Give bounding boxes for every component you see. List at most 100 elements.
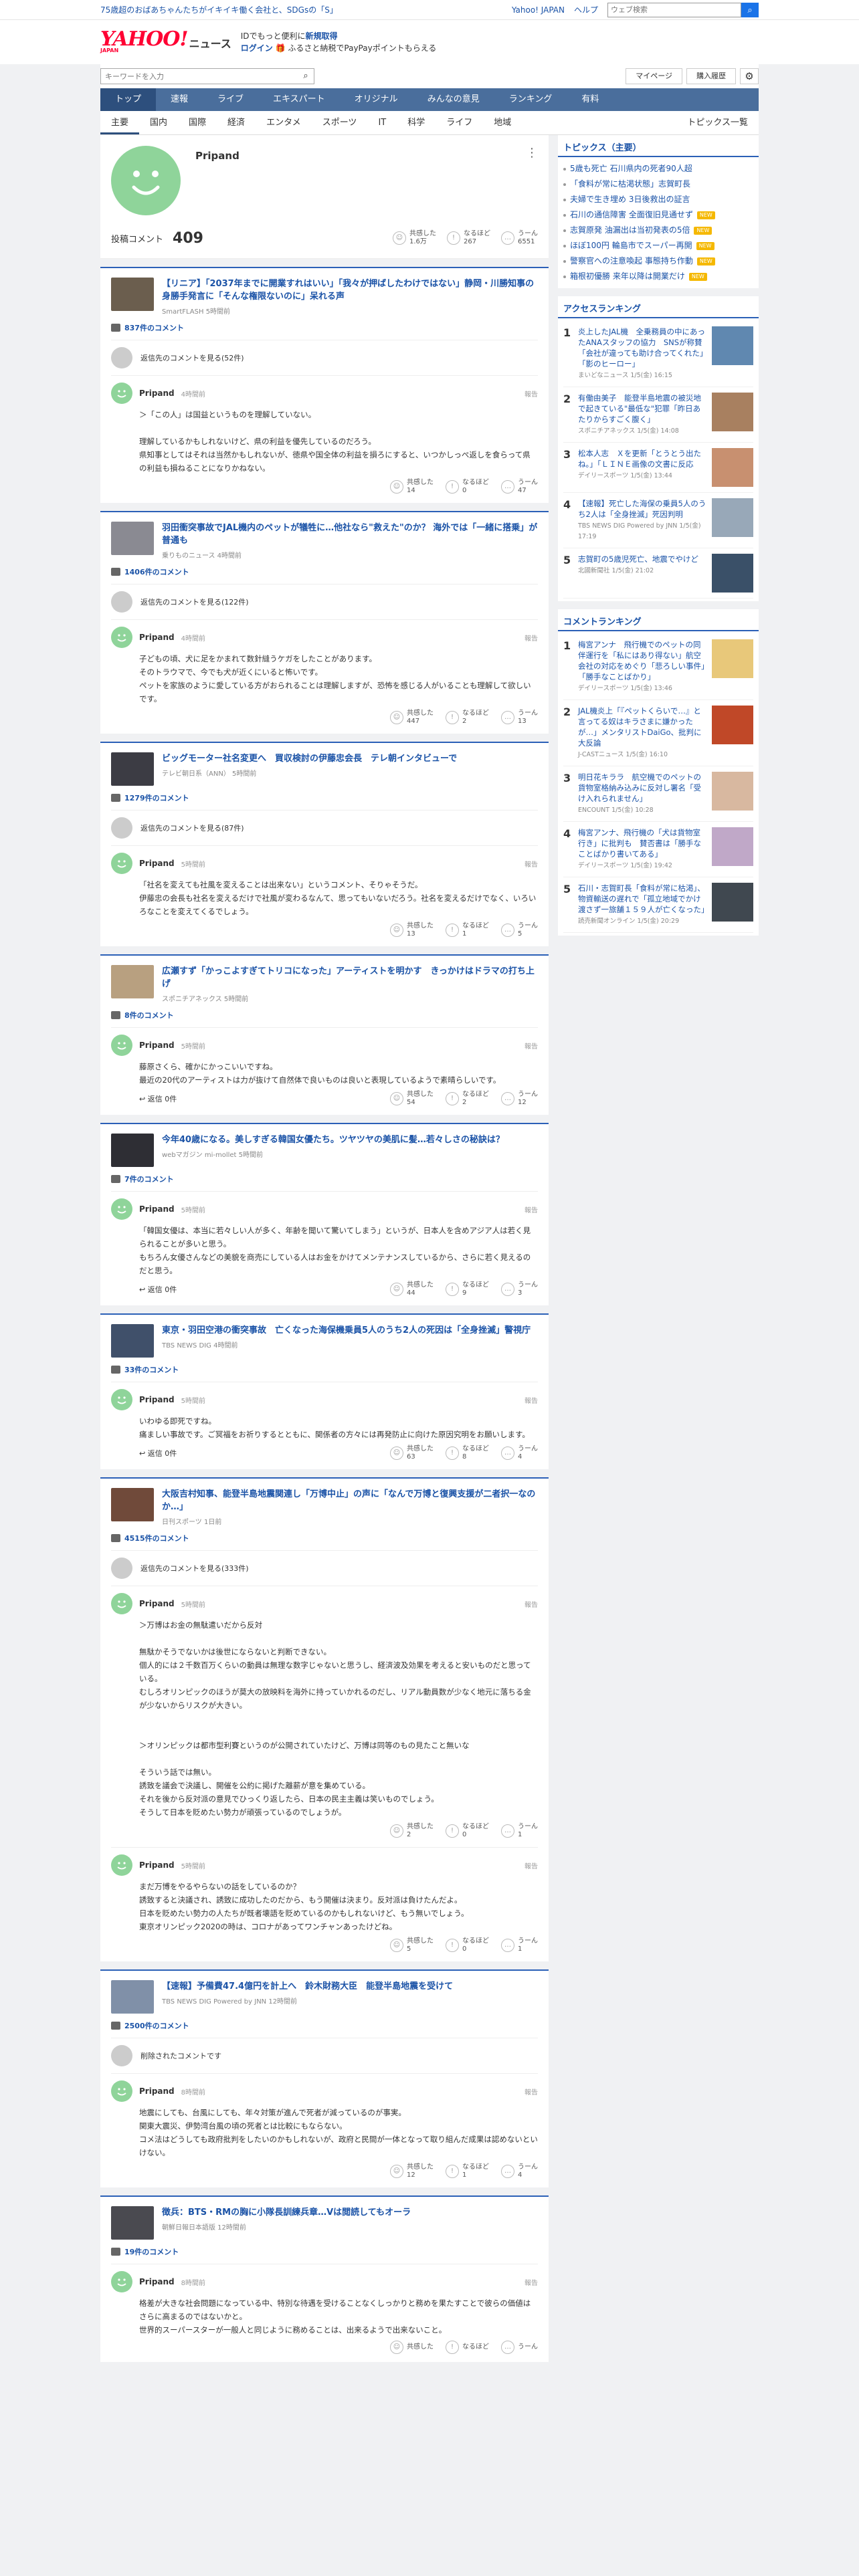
mypage-button[interactable]: マイページ bbox=[626, 68, 682, 84]
article-title[interactable]: 広瀬すず「かっこよすぎてトリコになった」アーティストを明かす きっかけはドラマの… bbox=[162, 965, 538, 990]
comment-0-naruhodo[interactable]: ! なるほど 0 bbox=[446, 479, 489, 495]
comment-2-uun[interactable]: … うーん 5 bbox=[501, 922, 538, 938]
tab-expert[interactable]: エキスパート bbox=[258, 88, 340, 111]
commenter-name[interactable]: Pripand bbox=[139, 389, 175, 398]
subtab-life[interactable]: ライフ bbox=[436, 111, 483, 134]
topic-item[interactable]: 「食料が常に枯渇状態」志賀町長 bbox=[563, 177, 753, 192]
reply-button[interactable]: ↩ 返信 0件 bbox=[139, 1448, 177, 1459]
ranking-item[interactable]: 5 石川・志賀町長「食料が常に枯渇」、物資輸送の遅れで「孤立地域でかけ渡さず一旅… bbox=[563, 877, 753, 933]
article-thumbnail[interactable] bbox=[111, 2206, 154, 2240]
subtab-world[interactable]: 国際 bbox=[178, 111, 217, 134]
comment-2-naruhodo[interactable]: ! なるほど 1 bbox=[446, 922, 489, 938]
article-title[interactable]: 【速報】予備費47.4億円を計上へ 鈴木財務大臣 能登半島地震を受けて bbox=[162, 1980, 453, 1993]
commenter-avatar[interactable] bbox=[111, 1198, 132, 1220]
view-parent-comment[interactable]: 返信先のコメントを見る(122件) bbox=[111, 584, 538, 619]
commenter-avatar[interactable] bbox=[111, 853, 132, 874]
comment-6-naruhodo[interactable]: ! なるほど 0 bbox=[446, 1823, 489, 1839]
report-button[interactable]: 報告 bbox=[524, 1395, 538, 1405]
view-parent-comment[interactable]: 削除されたコメントです bbox=[111, 2038, 538, 2073]
article-title[interactable]: 羽田衝突事故でJAL機内のペットが犠牲に…他社なら"救えた"のか？ 海外では「一… bbox=[162, 522, 538, 547]
article-thumbnail[interactable] bbox=[111, 1488, 154, 1521]
commenter-avatar[interactable] bbox=[111, 627, 132, 648]
tab-opinion[interactable]: みんなの意見 bbox=[413, 88, 494, 111]
gear-icon[interactable]: ⚙ bbox=[740, 68, 759, 84]
comment-extra-empathy[interactable]: ☺ 共感した 5 bbox=[390, 1937, 434, 1953]
ranking-item[interactable]: 4 梅宮アンナ、飛行機の「犬は貨物室行き」に批判も 賛否書は「勝手なことばかり書… bbox=[563, 822, 753, 877]
comment-7-uun[interactable]: … うーん 4 bbox=[501, 2163, 538, 2179]
report-button[interactable]: 報告 bbox=[524, 633, 538, 643]
ranking-item[interactable]: 1 梅宮アンナ 飛行機でのペットの同伴運行を「私にはあり得ない」航空会社の対応を… bbox=[563, 634, 753, 700]
reply-button[interactable]: ↩ 返信 0件 bbox=[139, 1093, 177, 1104]
login-link[interactable]: ログイン bbox=[241, 43, 273, 53]
comment-5-empathy[interactable]: ☺ 共感した 63 bbox=[390, 1445, 434, 1461]
comment-6-empathy[interactable]: ☺ 共感した 2 bbox=[390, 1823, 434, 1839]
commenter-name[interactable]: Pripand bbox=[139, 1599, 175, 1608]
comment-2-empathy[interactable]: ☺ 共感した 13 bbox=[390, 922, 434, 938]
article-title[interactable]: 徴兵：BTS・RMの胸に小隊長訓練兵章…Vは閲読してもオーラ bbox=[162, 2206, 411, 2219]
commenter-avatar[interactable] bbox=[111, 1854, 132, 1876]
comment-8-empathy[interactable]: ☺ 共感した bbox=[390, 2341, 434, 2354]
commenter-avatar[interactable] bbox=[111, 2080, 132, 2102]
topics-list-link[interactable]: トピックス一覧 bbox=[676, 111, 759, 134]
tab-flash[interactable]: 速報 bbox=[156, 88, 203, 111]
article-comment-count[interactable]: 19件のコメント bbox=[111, 2246, 538, 2257]
ranking-item[interactable]: 4 【速報】死亡した海保の乗員5人のうち2人は「全身挫滅」死因判明 TBS NEW… bbox=[563, 493, 753, 548]
view-parent-comment[interactable]: 返信先のコメントを見る(333件) bbox=[111, 1550, 538, 1586]
topic-item[interactable]: 夫婦で生き埋め 3日後救出の証言 bbox=[563, 192, 753, 207]
ranking-item[interactable]: 5 志賀町の5歳児死亡、地震でやけど 北國新聞社 1/5(金) 21:02 bbox=[563, 548, 753, 599]
comment-7-empathy[interactable]: ☺ 共感した 12 bbox=[390, 2163, 434, 2179]
ranking-item[interactable]: 1 炎上したJAL機 全乗務員の中にあったANAスタッフの協力 SNSが称賛「会… bbox=[563, 321, 753, 387]
history-button[interactable]: 購入履歴 bbox=[686, 68, 736, 84]
tab-ranking[interactable]: ランキング bbox=[494, 88, 567, 111]
commenter-avatar[interactable] bbox=[111, 1035, 132, 1056]
tab-paid[interactable]: 有料 bbox=[567, 88, 613, 111]
commenter-name[interactable]: Pripand bbox=[139, 1204, 175, 1214]
view-parent-comment[interactable]: 返信先のコメントを見る(52件) bbox=[111, 340, 538, 375]
report-button[interactable]: 報告 bbox=[524, 859, 538, 869]
commenter-name[interactable]: Pripand bbox=[139, 2277, 175, 2286]
article-comment-count[interactable]: 1406件のコメント bbox=[111, 566, 538, 577]
article-comment-count[interactable]: 33件のコメント bbox=[111, 1364, 538, 1375]
comment-4-naruhodo[interactable]: ! なるほど 9 bbox=[446, 1281, 489, 1297]
ranking-item[interactable]: 3 松本人志 Ｘを更新「とうとう出たね。」「ＬＩＮＥ画像の文書に反応 デイリースポ… bbox=[563, 443, 753, 493]
comment-8-naruhodo[interactable]: ! なるほど bbox=[446, 2341, 489, 2354]
subtab-sports[interactable]: スポーツ bbox=[312, 111, 368, 134]
article-comment-count[interactable]: 8件のコメント bbox=[111, 1010, 538, 1021]
topic-item[interactable]: 志賀原発 油漏出は当初発表の5倍 NEW bbox=[563, 223, 753, 238]
comment-extra-naruhodo[interactable]: ! なるほど 0 bbox=[446, 1937, 489, 1953]
comment-4-empathy[interactable]: ☺ 共感した 44 bbox=[390, 1281, 434, 1297]
subtab-domestic[interactable]: 国内 bbox=[139, 111, 178, 134]
subtab-local[interactable]: 地域 bbox=[483, 111, 522, 134]
comment-0-empathy[interactable]: ☺ 共感した 14 bbox=[390, 479, 434, 495]
commenter-name[interactable]: Pripand bbox=[139, 1860, 175, 1870]
article-comment-count[interactable]: 837件のコメント bbox=[111, 322, 538, 333]
subtab-entertainment[interactable]: エンタメ bbox=[256, 111, 312, 134]
article-comment-count[interactable]: 1279件のコメント bbox=[111, 792, 538, 803]
commenter-name[interactable]: Pripand bbox=[139, 1041, 175, 1050]
tab-original[interactable]: オリジナル bbox=[340, 88, 413, 111]
commenter-name[interactable]: Pripand bbox=[139, 633, 175, 642]
comment-5-naruhodo[interactable]: ! なるほど 8 bbox=[446, 1445, 489, 1461]
report-button[interactable]: 報告 bbox=[524, 1041, 538, 1051]
reply-button[interactable]: ↩ 返信 0件 bbox=[139, 1284, 177, 1295]
report-button[interactable]: 報告 bbox=[524, 2277, 538, 2287]
commenter-avatar[interactable] bbox=[111, 383, 132, 404]
comment-3-uun[interactable]: … うーん 12 bbox=[501, 1091, 538, 1107]
topic-item[interactable]: ほぼ100円 輪島市でスーパー再開 NEW bbox=[563, 238, 753, 253]
comment-6-uun[interactable]: … うーん 1 bbox=[501, 1823, 538, 1839]
article-comment-count[interactable]: 4515件のコメント bbox=[111, 1533, 538, 1543]
ranking-item[interactable]: 2 JAL機炎上「『ペットくらいで…』と言ってる奴はキラさまに嫌かったが…」メン… bbox=[563, 700, 753, 766]
article-thumbnail[interactable] bbox=[111, 522, 154, 555]
article-thumbnail[interactable] bbox=[111, 752, 154, 786]
report-button[interactable]: 報告 bbox=[524, 1204, 538, 1214]
report-button[interactable]: 報告 bbox=[524, 389, 538, 399]
view-parent-comment[interactable]: 返信先のコメントを見る(87件) bbox=[111, 810, 538, 845]
article-thumbnail[interactable] bbox=[111, 965, 154, 998]
tab-live[interactable]: ライブ bbox=[203, 88, 258, 111]
comment-1-empathy[interactable]: ☺ 共感した 447 bbox=[390, 710, 434, 726]
commenter-name[interactable]: Pripand bbox=[139, 859, 175, 868]
report-button[interactable]: 報告 bbox=[524, 2086, 538, 2097]
ranking-item[interactable]: 3 明日花キララ 航空機でのペットの貨物室格納み込みに反対し署名「受け入れられま… bbox=[563, 766, 753, 822]
subtab-science[interactable]: 科学 bbox=[397, 111, 436, 134]
article-thumbnail[interactable] bbox=[111, 1324, 154, 1358]
